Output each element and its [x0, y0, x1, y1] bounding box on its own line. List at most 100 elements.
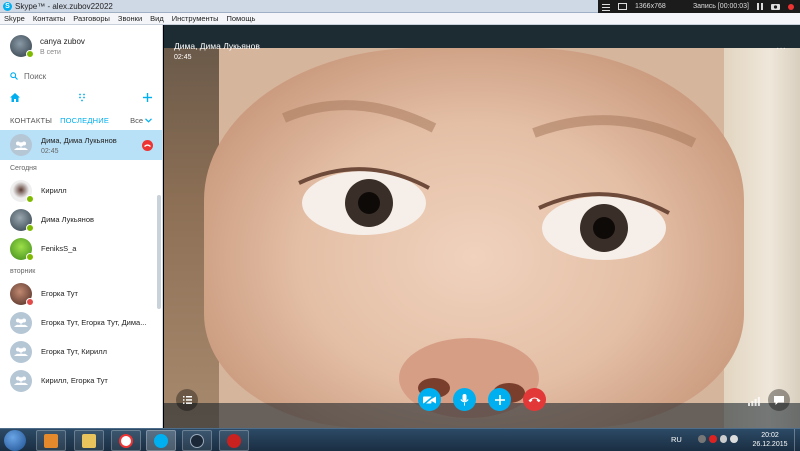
list-icon [182, 396, 192, 404]
signal-strength-icon [748, 397, 760, 406]
contact-name: Кирилл [41, 186, 67, 195]
menu-help[interactable]: Помощь [222, 14, 259, 23]
start-button-icon[interactable] [4, 430, 26, 451]
add-contact-icon[interactable] [143, 93, 152, 102]
chevron-down-icon [145, 117, 152, 123]
yandex-browser-icon [119, 433, 133, 448]
group-name: Кирилл, Егорка Тут [41, 376, 108, 385]
menu-calls[interactable]: Звонки [114, 14, 146, 23]
hang-up-icon [528, 397, 541, 403]
ongoing-call-icon [142, 140, 153, 151]
group-avatar [10, 369, 32, 392]
menu-skype[interactable]: Skype [0, 14, 29, 23]
group-avatar [10, 340, 32, 363]
menu-contacts[interactable]: Контакты [29, 14, 69, 23]
taskbar-steam[interactable] [182, 430, 212, 451]
group-name: Егорка Тут, Егорка Тут, Дима... [41, 318, 147, 327]
section-tuesday-label: вторник [10, 267, 36, 275]
group-row-2[interactable]: Егорка Тут, Кирилл [0, 337, 162, 366]
show-desktop-button[interactable] [794, 429, 800, 451]
recorder-stop-icon[interactable] [784, 0, 800, 13]
active-conversation-time: 02:45 [41, 147, 59, 155]
sidebar-scrollbar[interactable] [157, 195, 161, 309]
contact-row-kirill[interactable]: Кирилл [0, 176, 162, 205]
call-participant-name: Дима, Дима Лукьянов [174, 41, 260, 51]
more-options-icon[interactable]: ··· [772, 44, 790, 57]
recorder-camera-icon[interactable] [767, 0, 784, 13]
video-off-icon [423, 394, 436, 405]
video-call-area: Дима, Дима Лукьянов 02:45 ··· [164, 25, 800, 428]
active-conversation-title: Дима, Дима Лукьянов [41, 135, 117, 145]
taskbar-skype[interactable] [146, 430, 176, 451]
taskbar-media-player[interactable] [36, 430, 66, 451]
online-status-icon [26, 194, 34, 203]
folder-icon [82, 433, 96, 448]
sidebar: canya zubov В сети Поиск КОНТАКТЫ ПОСЛЕД… [0, 25, 163, 428]
plus-icon [494, 394, 505, 405]
menu-conversations[interactable]: Разговоры [69, 14, 114, 23]
contact-row-dima[interactable]: Дима Лукьянов [0, 205, 162, 234]
clock[interactable]: 20:02 26.12.2015 [748, 431, 792, 449]
menu-bar: Skype Контакты Разговоры Звонки Вид Инст… [0, 13, 800, 25]
menu-tools[interactable]: Инструменты [168, 14, 223, 23]
add-participant-button[interactable] [488, 388, 511, 411]
profile-block[interactable]: canya zubov В сети [0, 25, 162, 67]
recorder-menu-icon[interactable] [598, 0, 614, 13]
filter-label: Все [130, 115, 143, 125]
system-tray [698, 435, 738, 445]
microphone-icon [460, 393, 469, 406]
tray-chevron-icon[interactable] [698, 435, 706, 443]
video-toggle-button[interactable] [418, 388, 441, 411]
call-duration: 02:45 [174, 54, 192, 61]
recorder-pause-icon[interactable] [753, 0, 767, 13]
microphone-button[interactable] [453, 388, 476, 411]
clock-date: 26.12.2015 [752, 441, 788, 448]
menu-view[interactable]: Вид [146, 14, 168, 23]
tab-recent[interactable]: ПОСЛЕДНИЕ [60, 116, 109, 125]
taskbar-recorder[interactable] [219, 430, 249, 451]
volume-icon[interactable] [730, 435, 738, 443]
home-icon[interactable] [10, 93, 20, 102]
recorder-app-icon [227, 433, 241, 448]
contact-avatar [10, 208, 34, 232]
open-chat-button[interactable] [768, 389, 790, 411]
profile-avatar[interactable] [10, 35, 34, 58]
group-icon [14, 318, 28, 327]
video-bottom-strip [164, 403, 800, 428]
recorder-resolution: 1366x768 [635, 3, 666, 10]
group-row-3[interactable]: Кирилл, Егорка Тут [0, 366, 162, 395]
profile-status: В сети [40, 48, 61, 56]
taskbar-yandex-browser[interactable] [111, 430, 141, 451]
face-features [282, 100, 697, 418]
taskbar-explorer[interactable] [74, 430, 104, 451]
end-call-button[interactable] [523, 388, 546, 411]
contact-avatar [10, 179, 34, 203]
contact-name: Дима Лукьянов [41, 215, 94, 224]
clock-time: 20:02 [761, 432, 779, 439]
group-row-1[interactable]: Егорка Тут, Егорка Тут, Дима... [0, 308, 162, 337]
tray-recorder-icon[interactable] [708, 435, 717, 443]
contacts-tabs: КОНТАКТЫ ПОСЛЕДНИЕ Все [0, 110, 162, 130]
filter-dropdown[interactable]: Все [130, 116, 152, 125]
online-status-icon [26, 223, 34, 232]
recorder-record-label: Запись [00:00:03] [692, 3, 749, 10]
group-avatar [10, 311, 32, 334]
language-indicator[interactable]: RU [671, 435, 682, 444]
section-today-label: Сегодня [10, 164, 37, 172]
network-icon[interactable] [719, 435, 728, 443]
search-box[interactable]: Поиск [0, 67, 162, 85]
window-title-bar: S Skype™ - alex.zubov22022 1366x768 Запи… [0, 0, 800, 13]
active-conversation-row[interactable]: Дима, Дима Лукьянов 02:45 [0, 130, 162, 160]
contact-name: FeniksS_a [41, 244, 77, 253]
show-contacts-button[interactable] [176, 389, 198, 411]
online-status-icon [26, 252, 34, 261]
remote-video-feed [204, 48, 744, 428]
window-title: Skype™ - alex.zubov22022 [15, 1, 113, 11]
dialpad-icon[interactable] [78, 93, 86, 102]
recorder-toolbar: 1366x768 Запись [00:00:03] [598, 0, 800, 13]
recorder-screen-icon[interactable] [614, 0, 631, 13]
contact-row-egorka[interactable]: Егорка Тут [0, 279, 162, 308]
sidebar-toolbar [0, 85, 162, 110]
contact-row-feniks[interactable]: FeniksS_a [0, 234, 162, 263]
tab-contacts[interactable]: КОНТАКТЫ [10, 116, 52, 125]
